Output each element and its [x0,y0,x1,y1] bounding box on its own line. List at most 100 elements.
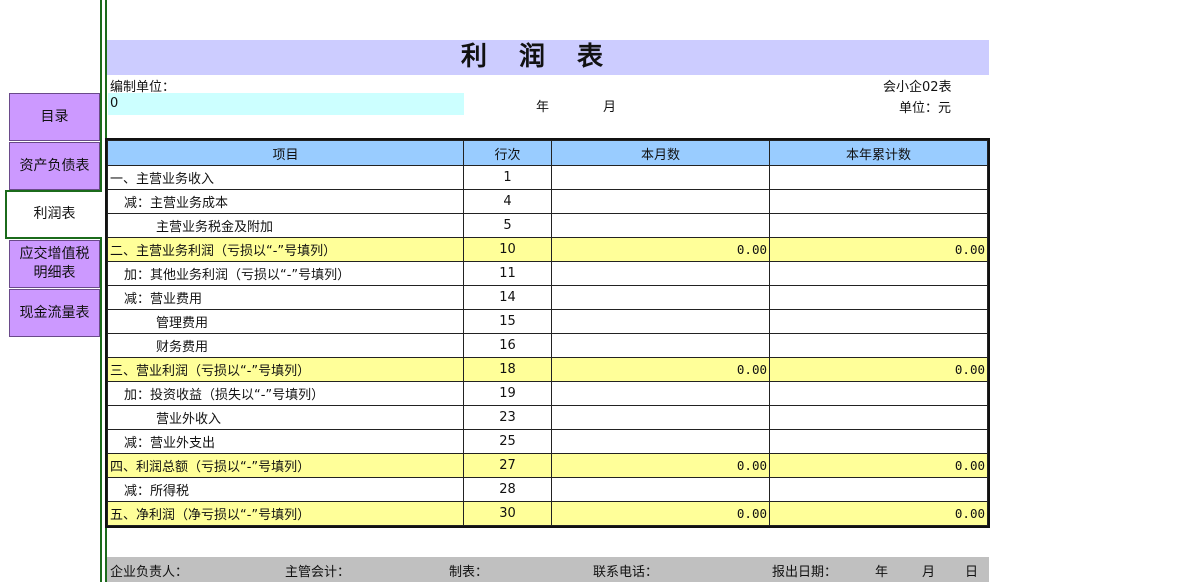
row-month-cell: 0.00 [551,453,770,478]
title-bar: 利润表 [107,40,989,75]
month-label: 月 [603,100,617,115]
row-item: 四、利润总额（亏损以“-”号填列） [107,453,464,478]
row-line: 27 [463,453,552,478]
row-item: 加：其他业务利润（亏损以“-”号填列） [107,261,464,286]
row-item: 三、营业利润（亏损以“-”号填列） [107,357,464,382]
table-row: 加：其他业务利润（亏损以“-”号填列） 11 [107,261,988,286]
row-item: 减：所得税 [107,477,464,502]
row-ytd-cell[interactable] [769,165,988,190]
row-month-cell: 0.00 [551,501,770,526]
footer-date-label: 报出日期： [772,565,838,580]
table-row-subtotal: 二、主营业务利润（亏损以“-”号填列） 10 0.00 0.00 [107,237,988,262]
column-header-item: 项目 [107,140,464,166]
table-header-row: 项目 行次 本月数 本年累计数 [107,140,988,166]
column-header-ytd: 本年累计数 [769,140,988,166]
nav-item-vat-detail[interactable]: 应交增值税明细表 [9,240,100,288]
table-row-subtotal: 三、营业利润（亏损以“-”号填列） 18 0.00 0.00 [107,357,988,382]
company-input[interactable]: 0 [108,93,464,115]
row-item: 主营业务税金及附加 [107,213,464,238]
row-line: 30 [463,501,552,526]
row-ytd-cell: 0.00 [769,453,988,478]
signature-footer: 企业负责人： 主管会计： 制表： 联系电话： 报出日期： 年 月 日 [107,557,989,582]
row-month-cell[interactable] [551,309,770,334]
table-row: 加：投资收益（损失以“-”号填列） 19 [107,381,988,406]
row-month-cell: 0.00 [551,357,770,382]
footer-preparer-label: 制表： [449,565,489,580]
row-line: 14 [463,285,552,310]
sheet-nav-divider [100,0,102,582]
row-line: 25 [463,429,552,454]
nav-item-balance-sheet[interactable]: 资产负债表 [9,142,100,190]
form-code: 会小企02表 [883,80,952,95]
row-month-cell[interactable] [551,477,770,502]
income-statement-table: 项目 行次 本月数 本年累计数 一、主营业务收入 1 减：主营业务成本 4 主营… [105,138,990,528]
row-item: 营业外收入 [107,405,464,430]
row-month-cell[interactable] [551,429,770,454]
row-ytd-cell: 0.00 [769,237,988,262]
table-row-subtotal: 四、利润总额（亏损以“-”号填列） 27 0.00 0.00 [107,453,988,478]
row-month-cell[interactable] [551,333,770,358]
footer-manager-label: 企业负责人： [110,565,189,580]
page-title: 利润表 [460,42,635,72]
nav-item-catalog[interactable]: 目录 [9,93,100,141]
row-line: 1 [463,165,552,190]
row-month-cell[interactable] [551,405,770,430]
nav-item-label: 资产负债表 [19,157,90,174]
row-ytd-cell[interactable] [769,213,988,238]
row-ytd-cell[interactable] [769,405,988,430]
table-row: 管理费用 15 [107,309,988,334]
table-row-total: 五、净利润（净亏损以“-”号填列） 30 0.00 0.00 [107,501,988,526]
row-ytd-cell[interactable] [769,309,988,334]
row-line: 15 [463,309,552,334]
row-line: 16 [463,333,552,358]
row-line: 5 [463,213,552,238]
table-row: 营业外收入 23 [107,405,988,430]
table-row: 主营业务税金及附加 5 [107,213,988,238]
nav-item-label: 应交增值税明细表 [19,246,90,281]
unit-label: 单位：元 [899,101,952,116]
row-line: 28 [463,477,552,502]
row-month-cell[interactable] [551,285,770,310]
row-ytd-cell[interactable] [769,261,988,286]
year-label: 年 [536,100,550,115]
row-item: 二、主营业务利润（亏损以“-”号填列） [107,237,464,262]
column-header-line: 行次 [463,140,552,166]
row-item: 减：营业费用 [107,285,464,310]
table-row: 一、主营业务收入 1 [107,165,988,190]
row-month-cell[interactable] [551,381,770,406]
column-header-month: 本月数 [551,140,770,166]
row-line: 10 [463,237,552,262]
table-row: 减：营业外支出 25 [107,429,988,454]
row-line: 11 [463,261,552,286]
row-ytd-cell[interactable] [769,429,988,454]
nav-item-income-statement[interactable]: 利润表 [5,190,102,239]
nav-item-label: 利润表 [33,206,76,222]
table-row: 财务费用 16 [107,333,988,358]
table-row: 减：所得税 28 [107,477,988,502]
row-ytd-cell[interactable] [769,381,988,406]
row-ytd-cell[interactable] [769,189,988,214]
row-ytd-cell: 0.00 [769,501,988,526]
row-month-cell[interactable] [551,261,770,286]
row-item: 五、净利润（净亏损以“-”号填列） [107,501,464,526]
row-ytd-cell[interactable] [769,285,988,310]
table-row: 减：营业费用 14 [107,285,988,310]
row-month-cell[interactable] [551,189,770,214]
row-line: 4 [463,189,552,214]
row-ytd-cell[interactable] [769,477,988,502]
row-month-cell[interactable] [551,165,770,190]
row-ytd-cell: 0.00 [769,357,988,382]
row-month-cell[interactable] [551,213,770,238]
row-item: 一、主营业务收入 [107,165,464,190]
row-item: 财务费用 [107,333,464,358]
row-ytd-cell[interactable] [769,333,988,358]
footer-phone-label: 联系电话： [593,565,659,580]
footer-accountant-label: 主管会计： [285,565,351,580]
row-item: 加：投资收益（损失以“-”号填列） [107,381,464,406]
table-row: 减：主营业务成本 4 [107,189,988,214]
footer-day-label: 日 [965,565,979,580]
row-item: 管理费用 [107,309,464,334]
nav-item-cash-flow[interactable]: 现金流量表 [9,289,100,337]
row-line: 19 [463,381,552,406]
row-item: 减：营业外支出 [107,429,464,454]
